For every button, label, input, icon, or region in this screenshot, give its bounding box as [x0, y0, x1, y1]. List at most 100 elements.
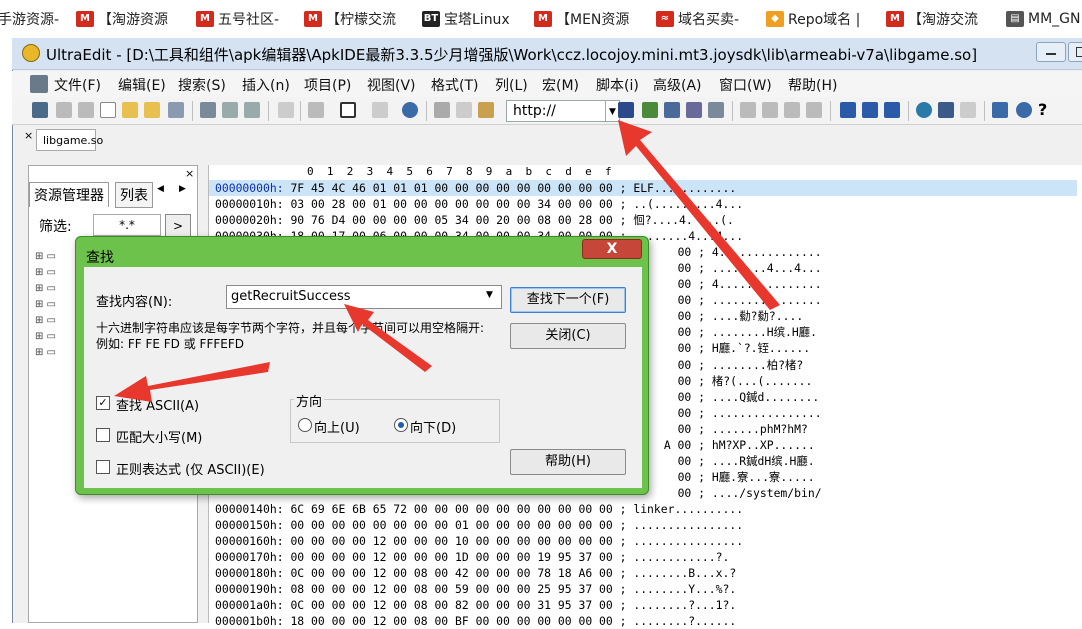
menu-view[interactable]: 视图(V) [367, 75, 416, 95]
open-folder-icon[interactable] [122, 102, 138, 118]
hex-row[interactable]: 00000160h: 00 00 00 00 12 00 00 00 10 00… [215, 533, 1077, 549]
direction-up-radio[interactable] [298, 418, 312, 432]
hex-row[interactable]: 00000140h: 6C 69 6E 6B 65 72 00 00 00 00… [215, 501, 1077, 517]
new-file-icon[interactable] [100, 102, 116, 118]
menu-file[interactable]: 文件(F) [54, 75, 101, 95]
document-icon[interactable] [278, 102, 294, 118]
bookmark-item[interactable]: ◆ Repo域名 | [762, 0, 860, 38]
tree-node[interactable]: ⊞ ▭ [35, 283, 75, 295]
chevron-down-icon[interactable]: ▼ [486, 290, 493, 300]
bookmark-item[interactable]: M 【淘游交流 [882, 0, 978, 38]
regex-checkbox[interactable] [96, 460, 110, 474]
chevron-left-icon[interactable]: ◀ [157, 184, 164, 194]
tree-node[interactable]: ⊞ ▭ [35, 267, 75, 279]
settings-icon[interactable] [960, 102, 976, 118]
menu-project[interactable]: 项目(P) [304, 75, 351, 95]
menu-macro[interactable]: 宏(M) [542, 75, 579, 95]
print-preview-icon[interactable] [222, 102, 238, 118]
ascii-checkbox[interactable]: ✓ [96, 396, 110, 410]
bookmark-item[interactable]: ▤ MM_GN [1002, 0, 1080, 38]
back-icon[interactable] [56, 102, 72, 118]
bookmark-item[interactable]: M 【MEN资源 [530, 0, 629, 38]
menu-search[interactable]: 搜索(S) [178, 75, 226, 95]
replace-icon[interactable] [686, 102, 702, 118]
bookmark-item[interactable]: ≈ 域名买卖- [652, 0, 739, 38]
tree-node[interactable]: ⊞ ▭ [35, 347, 75, 359]
hex-row[interactable]: 00000170h: 00 00 00 00 12 00 00 00 1D 00… [215, 549, 1077, 565]
chevron-right-icon[interactable]: ▶ [179, 184, 186, 194]
find-prev-icon[interactable] [664, 102, 680, 118]
wrap-icon[interactable] [308, 102, 324, 118]
hex-example-text: 例如: FF FE FD 或 FFFEFD [96, 337, 244, 351]
forward-icon[interactable] [78, 102, 94, 118]
help-button[interactable]: 帮助(H) [510, 449, 626, 475]
globe-icon[interactable] [402, 102, 418, 118]
info-icon[interactable] [992, 102, 1008, 118]
cut-icon[interactable] [434, 102, 450, 118]
tab-list[interactable]: 列表 [115, 182, 153, 208]
minimize-button[interactable] [1036, 42, 1066, 62]
help-icon[interactable] [1016, 102, 1032, 118]
menu-insert[interactable]: 插入(n) [242, 75, 290, 95]
find-input[interactable]: getRecruitSuccess [226, 285, 502, 309]
hex-row[interactable]: 00000010h: 03 00 28 00 01 00 00 00 00 00… [215, 196, 1077, 212]
bookmark-item[interactable]: M 【淘游资源 [72, 0, 168, 38]
align-icon[interactable] [806, 102, 822, 118]
menu-edit[interactable]: 编辑(E) [118, 75, 166, 95]
menu-window[interactable]: 窗口(W) [719, 75, 772, 95]
bookmark-item[interactable]: M 五号社区- [192, 0, 279, 38]
hex-row[interactable]: 00000020h: 90 76 D4 00 00 00 00 05 34 00… [215, 212, 1077, 228]
align-icon[interactable] [784, 102, 800, 118]
align-icon[interactable] [740, 102, 756, 118]
hex-row[interactable]: 000001b0h: 18 00 00 00 12 00 08 00 BF 00… [215, 613, 1077, 629]
hex-row[interactable]: 00000180h: 0C 00 00 00 12 00 08 00 42 00… [215, 565, 1077, 581]
globe-icon[interactable] [916, 102, 932, 118]
bookmark-item[interactable]: M 【柠檬交流 [300, 0, 396, 38]
hex-row[interactable]: 00000190h: 08 00 00 00 12 00 08 00 59 00… [215, 581, 1077, 597]
filter-input[interactable]: *.* [93, 214, 161, 236]
close-icon[interactable]: × [24, 129, 33, 142]
copy-icon[interactable] [456, 102, 472, 118]
hex-row[interactable]: 000001a0h: 0C 00 00 00 12 00 08 00 82 00… [215, 597, 1077, 613]
browser-icon[interactable] [938, 102, 954, 118]
hex-row[interactable]: 00000000h: 7F 45 4C 46 01 01 01 00 00 00… [209, 180, 1077, 197]
toolbar-icon[interactable] [32, 102, 48, 118]
find-in-files-icon[interactable] [708, 102, 724, 118]
match-case-checkbox[interactable] [96, 428, 110, 442]
find-icon[interactable] [618, 102, 634, 118]
find-next-button[interactable]: 查找下一个(F) [510, 287, 626, 313]
page-setup-icon[interactable] [244, 102, 260, 118]
url-input[interactable]: http:// [506, 100, 606, 122]
bookmark-item[interactable]: 手游资源- [0, 0, 59, 38]
close-button[interactable]: 关闭(C) [510, 323, 626, 349]
tree-node[interactable]: ⊞ ▭ [35, 331, 75, 343]
paste-icon[interactable] [478, 102, 494, 118]
menu-format[interactable]: 格式(T) [431, 75, 478, 95]
menu-help[interactable]: 帮助(H) [788, 75, 837, 95]
hex-mode-icon[interactable] [340, 102, 356, 118]
menu-script[interactable]: 脚本(i) [596, 75, 639, 95]
filter-go-button[interactable]: > [165, 214, 191, 238]
tab-libgame-so[interactable]: libgame.so [36, 129, 103, 151]
print-icon[interactable] [200, 102, 216, 118]
layout-icon[interactable] [840, 102, 856, 118]
maximize-button[interactable] [1068, 42, 1082, 62]
tree-node[interactable]: ⊞ ▭ [35, 251, 75, 263]
find-next-icon[interactable] [642, 102, 658, 118]
window-icon[interactable] [884, 102, 900, 118]
tree-node[interactable]: ⊞ ▭ [35, 315, 75, 327]
document-icon[interactable] [372, 102, 388, 118]
split-icon[interactable] [862, 102, 878, 118]
direction-down-radio[interactable] [394, 418, 408, 432]
context-help-icon[interactable]: ? [1038, 100, 1047, 119]
align-icon[interactable] [762, 102, 778, 118]
hex-row[interactable]: 00000150h: 00 00 00 00 00 00 00 00 01 00… [215, 517, 1077, 533]
open-icon[interactable] [144, 102, 160, 118]
menu-advanced[interactable]: 高级(A) [653, 75, 702, 95]
tree-node[interactable]: ⊞ ▭ [35, 299, 75, 311]
bookmark-item[interactable]: BT 宝塔Linux [418, 0, 510, 38]
save-icon[interactable] [168, 102, 184, 118]
dialog-close-button[interactable]: X [582, 239, 642, 259]
menu-column[interactable]: 列(L) [495, 75, 528, 95]
tab-explorer[interactable]: 资源管理器 [29, 182, 109, 207]
